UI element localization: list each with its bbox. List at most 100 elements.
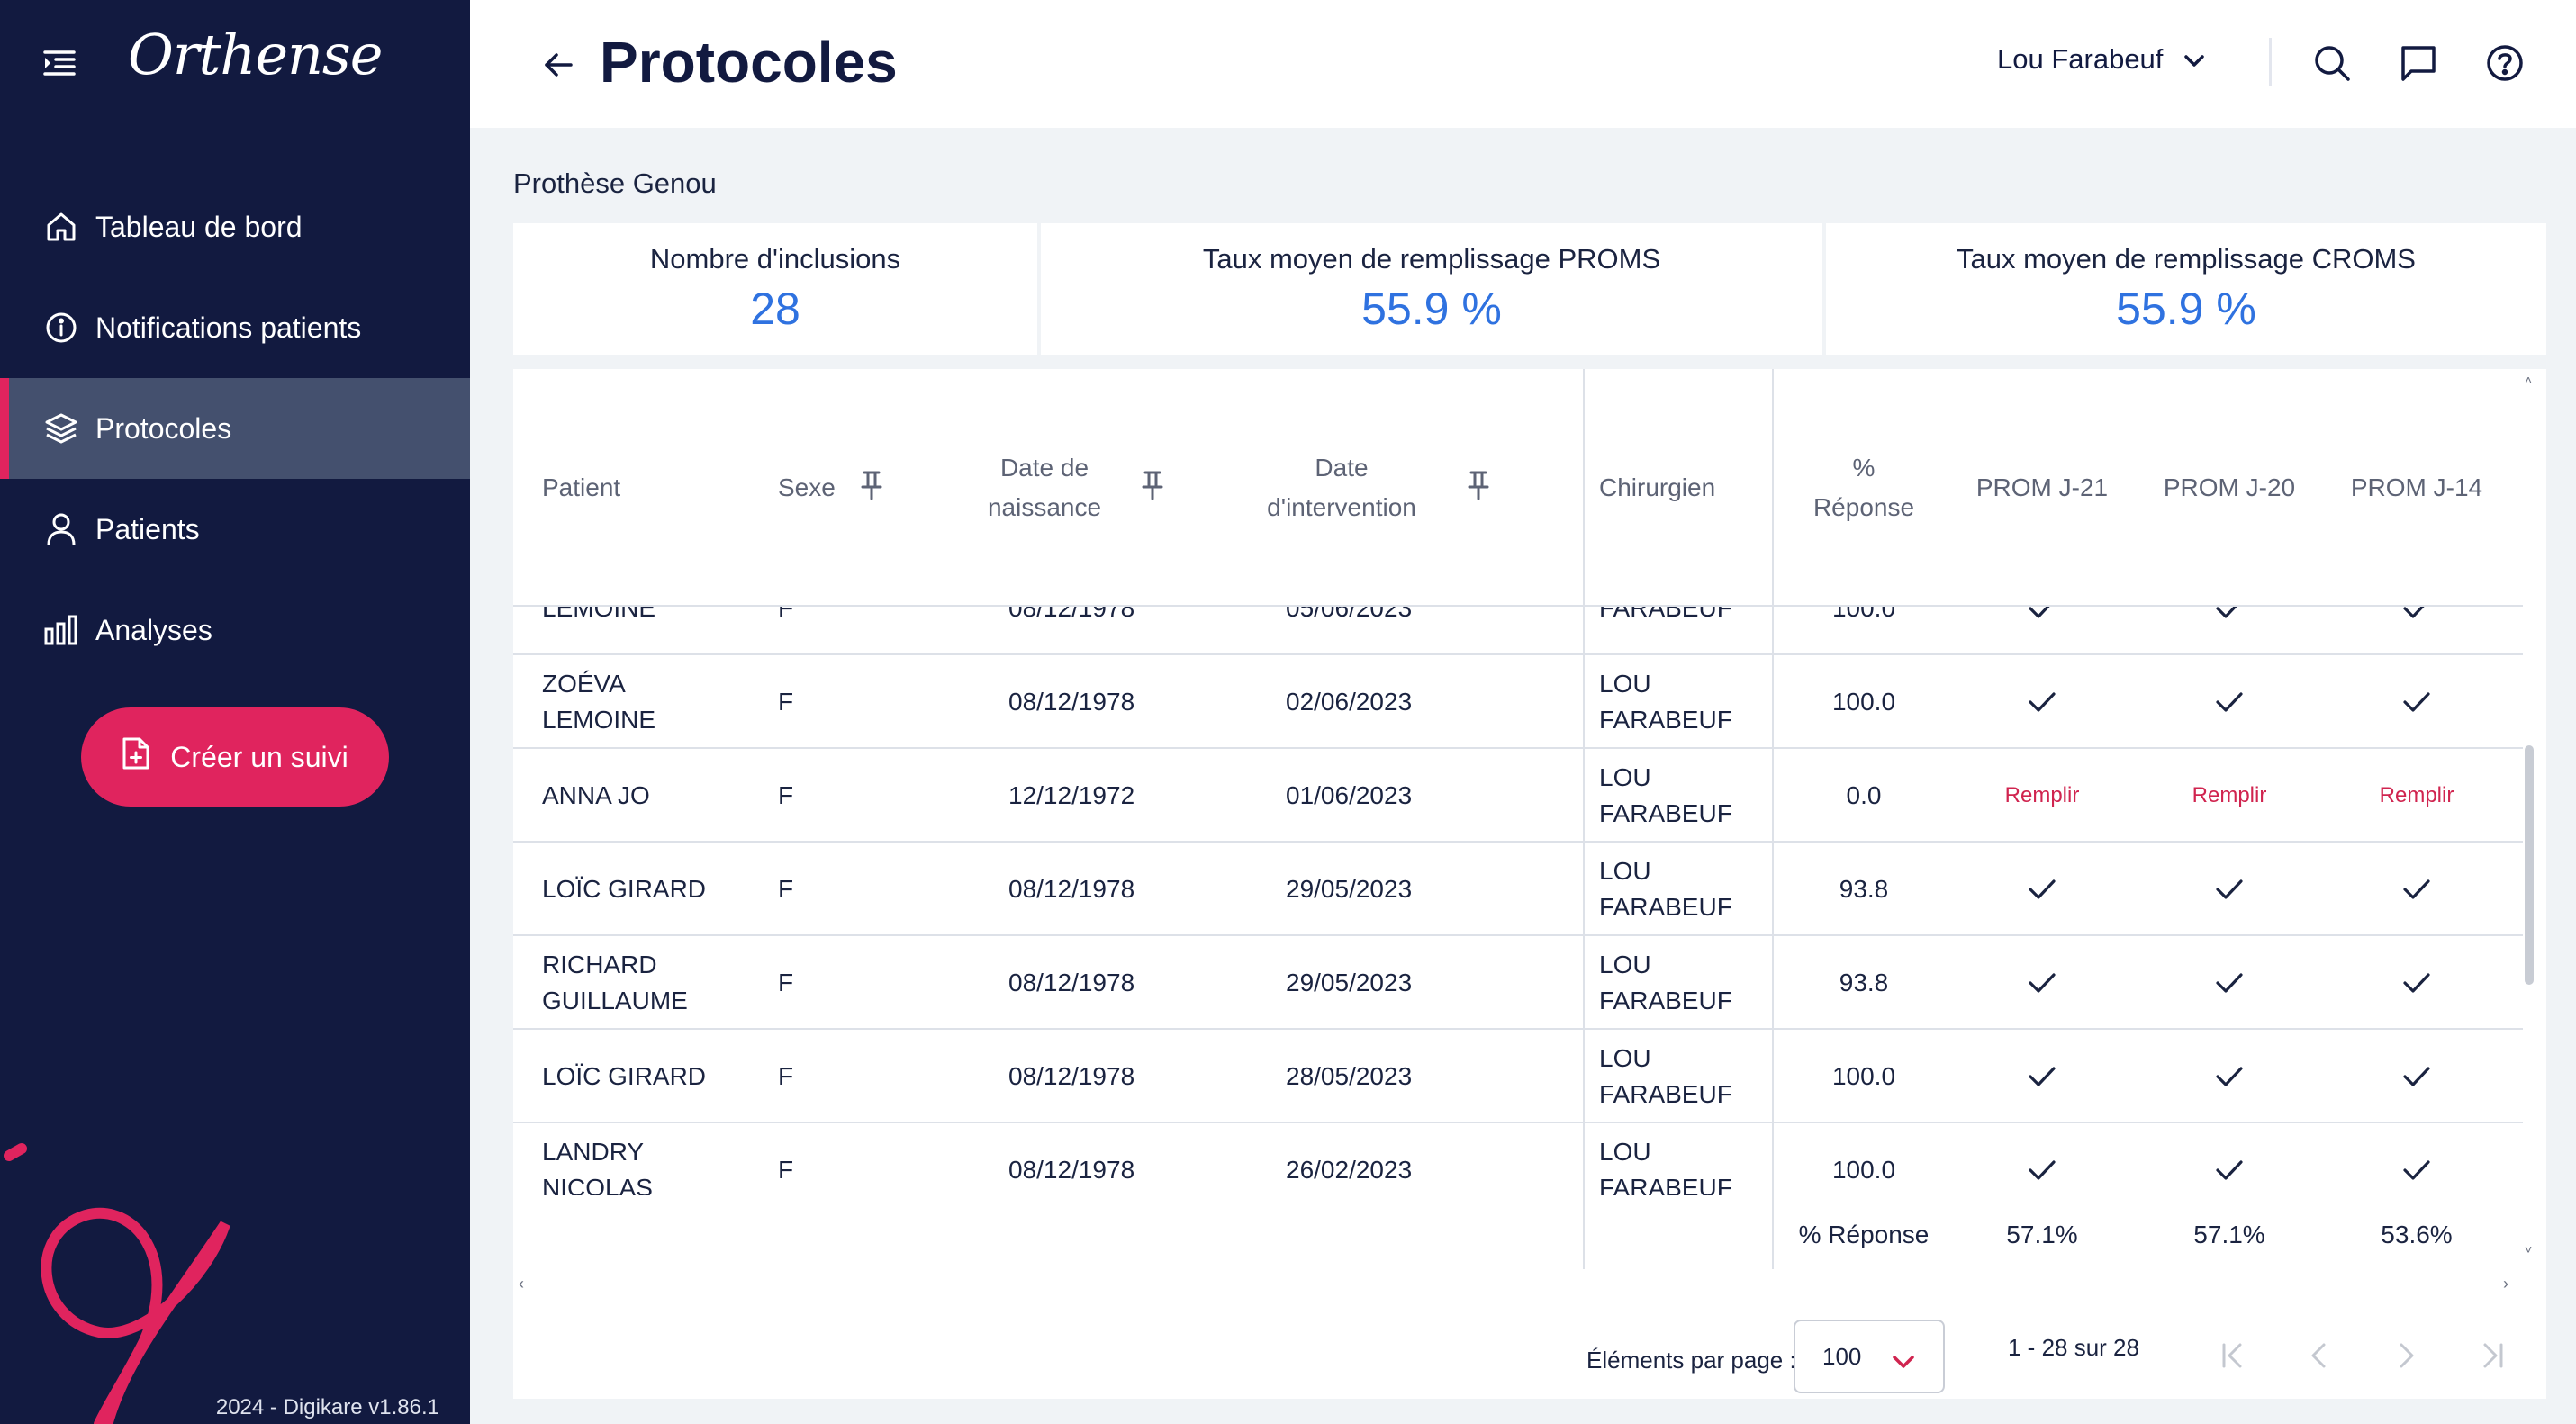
create-followup-button[interactable]: Créer un suivi	[81, 707, 389, 807]
response-pct-cell: 100.0	[1792, 1030, 1936, 1123]
col-header-response-line1: %	[1852, 454, 1876, 482]
patient-name-cell: LOÏC GIRARD	[542, 843, 758, 936]
table-row[interactable]: LANDRY NICOLAS F 08/12/1978 26/02/2023 LOU FAR…	[513, 1123, 2523, 1195]
sidebar-item-protocoles[interactable]: Protocoles	[0, 378, 470, 479]
col-header-intervention[interactable]: Date d'intervention	[1252, 448, 1432, 527]
version-text: 2024 - Digikare v1.86.1	[215, 1395, 439, 1419]
sidebar: Orthense Tableau de bord Notifications p…	[0, 0, 470, 1424]
sexe-cell-line: F	[778, 969, 794, 996]
patient-name-cell-line: LOÏC GIRARD	[542, 875, 707, 903]
stat-label: Nombre d'inclusions	[649, 243, 901, 275]
prom-status-cell	[2139, 655, 2319, 749]
sidebar-item-analyses[interactable]: Analyses	[0, 580, 470, 680]
check-icon	[2029, 973, 2056, 993]
patient-name-cell-line: GUILLAUME	[542, 987, 688, 1014]
patient-name-cell: RICHARD GUILLAUME	[542, 936, 758, 1030]
last-page-icon[interactable]	[2474, 1338, 2510, 1374]
first-page-icon[interactable]	[2215, 1338, 2251, 1374]
dob-cell-line: 08/12/1978	[1008, 969, 1135, 996]
col-header-chirurgien[interactable]: Chirurgien	[1599, 468, 1715, 508]
surgeon-cell-line: LOU	[1599, 763, 1651, 791]
dob-cell: 08/12/1978	[1008, 1030, 1189, 1123]
user-icon	[43, 511, 79, 547]
stats-bar: Nombre d'inclusions 28 Taux moyen de rem…	[513, 223, 2546, 355]
intervention-date-cell: 01/06/2023	[1286, 749, 1466, 843]
col-header-patient[interactable]: Patient	[542, 468, 620, 508]
sidebar-item-patients[interactable]: Patients	[0, 479, 470, 580]
scroll-up-icon[interactable]: ˄	[2525, 373, 2532, 387]
table-row[interactable]: LOÏC GIRARD F 08/12/1978 29/05/2023 LOU FARAB…	[513, 843, 2523, 936]
prom-status-cell	[2139, 1123, 2319, 1195]
page-size-select[interactable]: 100	[1794, 1320, 1945, 1393]
table-row[interactable]: LEMOINE F 08/12/1978 05/06/2023 FARABEUF 100.…	[513, 607, 2523, 655]
page-title: Protocoles	[600, 30, 898, 95]
fill-prom-link[interactable]: Remplir	[2192, 778, 2267, 814]
check-icon	[2216, 973, 2243, 993]
user-menu[interactable]: Lou Farabeuf	[1997, 43, 2206, 76]
menu-collapse-icon[interactable]	[41, 47, 77, 79]
back-arrow-icon[interactable]	[538, 45, 578, 85]
scroll-right-icon[interactable]: ›	[2503, 1275, 2508, 1293]
col-header-sexe[interactable]: Sexe	[778, 468, 836, 508]
prev-page-icon[interactable]	[2301, 1338, 2337, 1374]
patient-name-cell: LOÏC GIRARD	[542, 1030, 758, 1123]
fill-prom-link[interactable]: Remplir	[2005, 778, 2080, 814]
search-icon[interactable]	[2312, 43, 2352, 83]
sidebar-item-notifications-patients[interactable]: Notifications patients	[0, 277, 470, 378]
page-size-value: 100	[1822, 1342, 1862, 1370]
dob-cell: 08/12/1978	[1008, 843, 1189, 936]
scroll-down-icon[interactable]: ˅	[2525, 1242, 2532, 1257]
table-row[interactable]: ANNA JO F 12/12/1972 01/06/2023 LOU FARABEUF 0…	[513, 749, 2523, 843]
table-row[interactable]: ZOÉVA LEMOINE F 08/12/1978 02/06/2023 LOU FARA…	[513, 655, 2523, 749]
check-icon	[2216, 692, 2243, 712]
prom-status-cell	[2327, 1030, 2507, 1123]
vertical-scrollbar[interactable]	[2525, 745, 2534, 985]
page-range: 1 - 28 sur 28	[2008, 1334, 2139, 1361]
check-icon	[2403, 973, 2430, 993]
sidebar-nav: Tableau de bord Notifications patients P…	[0, 176, 470, 680]
col-header-dob[interactable]: Date de naissance	[954, 448, 1134, 527]
sexe-cell: F	[778, 1030, 886, 1123]
dob-cell-line: 12/12/1972	[1008, 781, 1135, 809]
col-header-prom-j20[interactable]: PROM J-20	[2139, 468, 2319, 508]
intervention-date-cell-line: 26/02/2023	[1286, 1156, 1413, 1184]
response-pct-cell-line: 93.8	[1839, 875, 1889, 903]
chat-icon[interactable]	[2399, 43, 2438, 83]
intervention-date-cell-line: 29/05/2023	[1286, 875, 1413, 903]
stat-proms-rate: Taux moyen de remplissage PROMS 55.9 %	[1041, 223, 1822, 355]
col-header-intervention-line2: d'intervention	[1267, 493, 1416, 521]
next-page-icon[interactable]	[2388, 1338, 2424, 1374]
col-header-prom-j21[interactable]: PROM J-21	[1952, 468, 2132, 508]
pin-icon[interactable]	[859, 470, 884, 500]
help-icon[interactable]	[2485, 43, 2525, 83]
patient-name-cell-line: ANNA JO	[542, 781, 650, 809]
chevron-down-icon	[1893, 1356, 1914, 1368]
stat-croms-rate: Taux moyen de remplissage CROMS 55.9 %	[1826, 223, 2546, 355]
response-pct-cell: 100.0	[1792, 655, 1936, 749]
patient-name-cell: LANDRY NICOLAS	[542, 1123, 758, 1195]
sexe-cell-line: F	[778, 607, 794, 622]
fill-prom-link[interactable]: Remplir	[2380, 778, 2454, 814]
table-body: LEMOINE F 08/12/1978 05/06/2023 FARABEUF 100.…	[513, 607, 2523, 1195]
dob-cell-line: 08/12/1978	[1008, 607, 1135, 622]
sidebar-item-tableau-de-bord[interactable]: Tableau de bord	[0, 176, 470, 277]
surgeon-cell-line: FARABEUF	[1599, 1174, 1732, 1195]
pin-icon[interactable]	[1466, 470, 1491, 500]
footer-label: % Réponse	[1798, 1221, 1930, 1248]
sexe-cell: F	[778, 607, 886, 655]
col-header-response[interactable]: % Réponse	[1792, 448, 1936, 527]
table-row[interactable]: LOÏC GIRARD F 08/12/1978 28/05/2023 LOU FARAB…	[513, 1030, 2523, 1123]
sexe-cell-line: F	[778, 875, 794, 903]
pin-icon[interactable]	[1140, 470, 1165, 500]
surgeon-cell-line: FARABEUF	[1599, 706, 1732, 734]
scroll-left-icon[interactable]: ‹	[519, 1275, 524, 1293]
surgeon-cell-line: FARABEUF	[1599, 607, 1732, 622]
sidebar-item-label: Notifications patients	[95, 311, 362, 344]
prom-status-cell	[2327, 843, 2507, 936]
table-row[interactable]: RICHARD GUILLAUME F 08/12/1978 29/05/2023 LOU…	[513, 936, 2523, 1030]
surgeon-cell-line: LOU	[1599, 951, 1651, 978]
sexe-cell-line: F	[778, 781, 794, 809]
dob-cell: 08/12/1978	[1008, 1123, 1189, 1195]
check-icon	[2029, 879, 2056, 899]
col-header-prom-j14[interactable]: PROM J-14	[2327, 468, 2507, 508]
